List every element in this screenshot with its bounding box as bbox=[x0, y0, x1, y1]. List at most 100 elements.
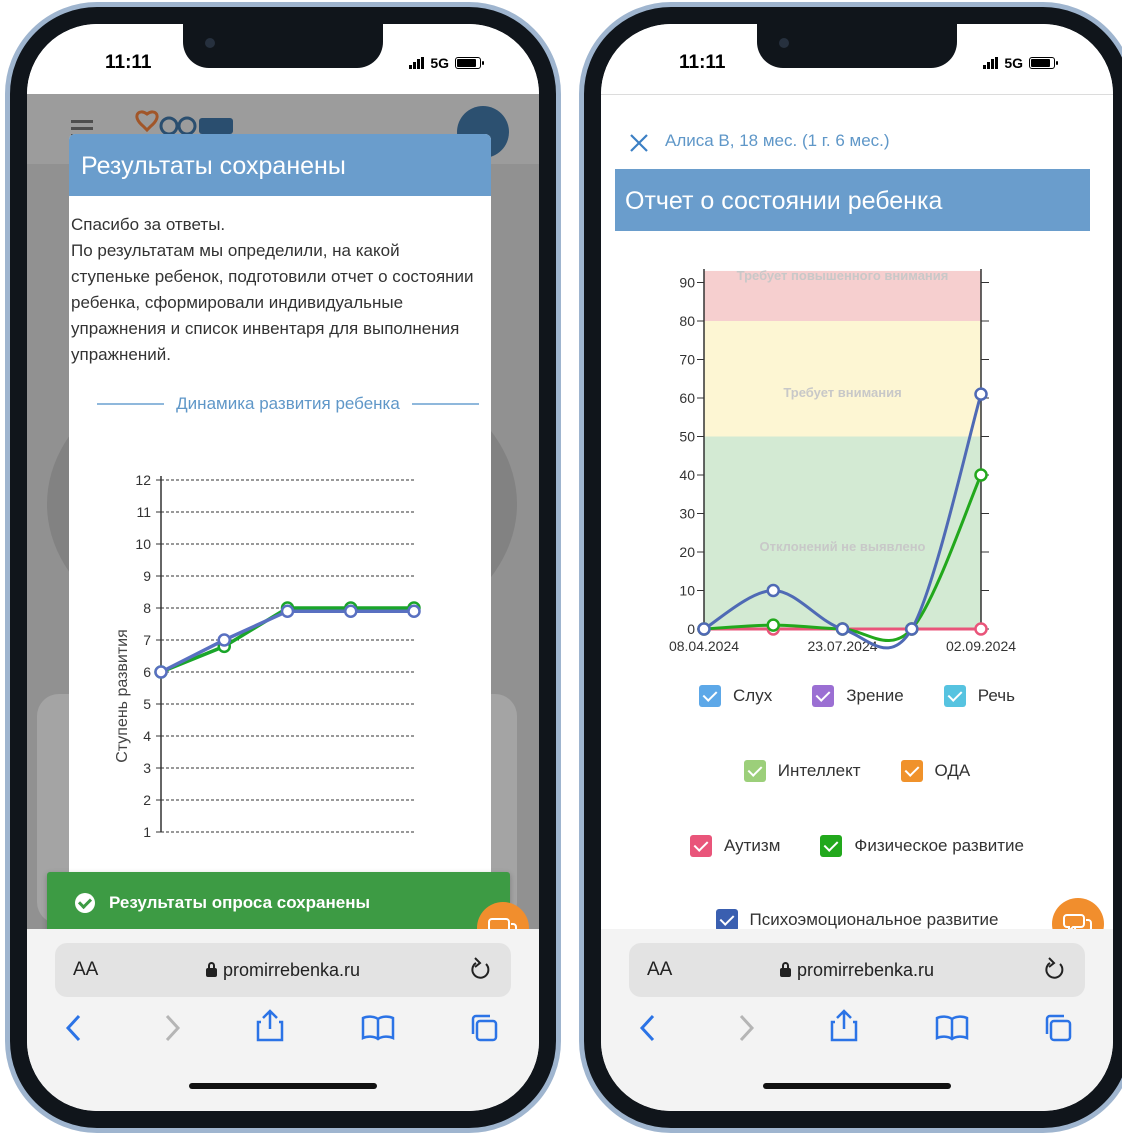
reload-icon[interactable] bbox=[1041, 956, 1067, 984]
back-icon[interactable] bbox=[637, 1013, 659, 1043]
status-time: 11:11 bbox=[679, 52, 726, 73]
lock-icon bbox=[779, 961, 791, 977]
legend-checkbox[interactable]: Интеллект bbox=[743, 760, 861, 782]
status-indicators: 5G bbox=[983, 55, 1058, 71]
legend-checkbox[interactable]: Психоэмоциональное развитие bbox=[715, 909, 998, 929]
dialog-title: Результаты сохранены bbox=[69, 134, 491, 196]
phone-left: 11:11 5G Результаты сохранены Спасибо за… bbox=[5, 2, 561, 1133]
data-point bbox=[974, 387, 988, 401]
legend-label: Слух bbox=[733, 686, 773, 705]
report-page: Алиса В, 18 мес. (1 г. 6 мес.) Отчет о с… bbox=[601, 94, 1113, 929]
legend-checkbox[interactable]: Речь bbox=[943, 685, 1015, 707]
y-tick-label: 11 bbox=[136, 504, 151, 520]
y-tick-label: 70 bbox=[679, 352, 695, 368]
data-point bbox=[407, 604, 421, 618]
data-point bbox=[974, 622, 988, 636]
y-tick-label: 8 bbox=[143, 600, 151, 616]
y-tick-label: 9 bbox=[143, 568, 151, 584]
data-point bbox=[154, 665, 168, 679]
data-point bbox=[344, 604, 358, 618]
toast-text: Результаты опроса сохранены bbox=[109, 893, 370, 912]
success-toast: Результаты опроса сохранены bbox=[47, 872, 510, 929]
address-bar[interactable]: AA promirrebenka.ru bbox=[55, 943, 511, 997]
legend-checkbox[interactable]: Физическое развитие bbox=[820, 835, 1024, 857]
forward-icon[interactable] bbox=[161, 1013, 183, 1043]
check-circle-icon bbox=[75, 893, 95, 913]
development-chart: 123456789101112Ступень развития bbox=[114, 472, 421, 840]
legend-row: Аутизм Физическое развитие bbox=[601, 835, 1113, 857]
series-line-1 bbox=[160, 609, 414, 674]
divider-right bbox=[411, 403, 479, 405]
signal-icon bbox=[409, 57, 425, 69]
child-label[interactable]: Алиса В, 18 мес. (1 г. 6 мес.) bbox=[665, 131, 890, 151]
y-tick-label: 30 bbox=[679, 506, 695, 522]
legend-row: Слух Зрение Речь bbox=[601, 685, 1113, 707]
phone-screen: 11:11 5G Результаты сохранены Спасибо за… bbox=[27, 24, 539, 1111]
url-display[interactable]: promirrebenka.ru bbox=[55, 960, 511, 981]
data-point bbox=[280, 604, 295, 618]
browser-toolbar bbox=[601, 1009, 1113, 1063]
bookmarks-icon[interactable] bbox=[935, 1013, 969, 1041]
app-content: Результаты сохранены Спасибо за ответы. … bbox=[27, 94, 539, 929]
legend-label: Интеллект bbox=[777, 761, 861, 780]
home-indicator bbox=[189, 1083, 377, 1089]
browser-bar: AA promirrebenka.ru bbox=[601, 929, 1113, 1111]
y-tick-label: 3 bbox=[143, 760, 151, 776]
checkbox-checked-icon[interactable] bbox=[715, 909, 738, 929]
legend-checkbox[interactable]: Аутизм bbox=[690, 835, 780, 857]
share-icon[interactable] bbox=[829, 1007, 859, 1043]
url-display[interactable]: promirrebenka.ru bbox=[629, 960, 1085, 981]
y-tick-label: 7 bbox=[143, 632, 151, 648]
camera bbox=[779, 38, 789, 48]
checkbox-checked-icon[interactable] bbox=[900, 760, 923, 782]
dialog-text-body: Спасибо за ответы. По результатам мы опр… bbox=[71, 215, 474, 364]
zone-band bbox=[704, 321, 981, 437]
y-tick-label: 10 bbox=[135, 536, 151, 552]
legend-checkbox[interactable]: ОДА bbox=[900, 760, 970, 782]
address-bar[interactable]: AA promirrebenka.ru bbox=[629, 943, 1085, 997]
y-tick-label: 50 bbox=[679, 429, 695, 445]
data-point bbox=[697, 622, 711, 636]
data-point bbox=[974, 468, 988, 482]
data-point bbox=[835, 622, 850, 636]
data-point bbox=[905, 622, 919, 636]
home-indicator bbox=[763, 1083, 951, 1089]
back-icon[interactable] bbox=[63, 1013, 85, 1043]
notch bbox=[757, 24, 957, 68]
notch bbox=[183, 24, 383, 68]
y-tick-label: 1 bbox=[143, 824, 151, 840]
forward-icon[interactable] bbox=[735, 1013, 757, 1043]
zone-label: Требует внимания bbox=[783, 385, 901, 400]
legend-checkbox[interactable]: Слух bbox=[699, 685, 772, 707]
checkbox-checked-icon[interactable] bbox=[812, 685, 835, 707]
share-icon[interactable] bbox=[255, 1007, 285, 1043]
y-tick-label: 6 bbox=[143, 664, 151, 680]
checkbox-checked-icon[interactable] bbox=[743, 760, 766, 782]
reload-icon[interactable] bbox=[467, 956, 493, 984]
browser-bar: AA promirrebenka.ru bbox=[27, 929, 539, 1111]
tabs-icon[interactable] bbox=[469, 1013, 499, 1043]
signal-icon bbox=[983, 57, 999, 69]
y-tick-label: 80 bbox=[679, 313, 695, 329]
chat-bubbles-icon bbox=[488, 918, 517, 929]
url-text: promirrebenka.ru bbox=[796, 959, 935, 980]
checkbox-checked-icon[interactable] bbox=[699, 685, 722, 707]
dynamics-title-text: Динамика развития ребенка bbox=[176, 394, 400, 413]
checkbox-checked-icon[interactable] bbox=[820, 835, 843, 857]
legend-checkbox[interactable]: Зрение bbox=[812, 685, 904, 707]
phone-screen: 11:11 5G Алиса В, 18 мес. (1 г. 6 мес.) … bbox=[601, 24, 1113, 1111]
battery-icon bbox=[1029, 57, 1058, 69]
bookmarks-icon[interactable] bbox=[361, 1013, 395, 1041]
data-point bbox=[217, 633, 231, 647]
y-tick-label: 40 bbox=[679, 467, 695, 483]
chat-button[interactable] bbox=[1052, 898, 1104, 929]
checkbox-checked-icon[interactable] bbox=[690, 835, 712, 857]
close-icon[interactable] bbox=[627, 131, 651, 155]
legend-label: Зрение bbox=[846, 686, 904, 705]
dynamics-title: Динамика развития ребенка bbox=[97, 394, 479, 414]
report-chart: Требует повышенного внимания Требует вним… bbox=[669, 268, 1016, 654]
tabs-icon[interactable] bbox=[1043, 1013, 1073, 1043]
checkbox-checked-icon[interactable] bbox=[943, 685, 966, 707]
divider-left bbox=[97, 403, 165, 405]
results-dialog: Результаты сохранены Спасибо за ответы. … bbox=[69, 134, 491, 894]
